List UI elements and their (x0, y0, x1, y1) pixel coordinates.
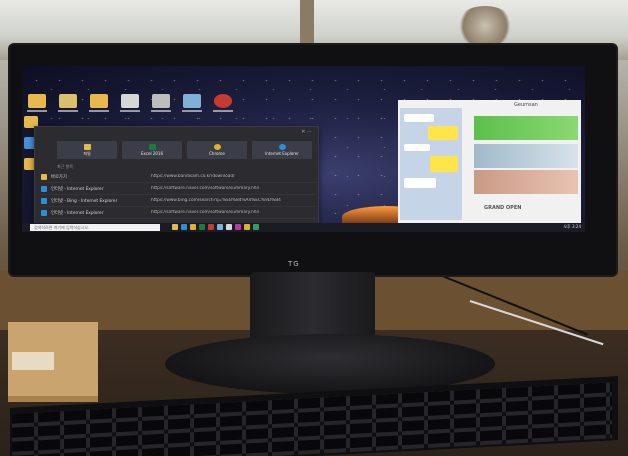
excel-icon (148, 144, 156, 150)
box-label (12, 352, 54, 370)
photo-scene: TG ✕ ⋯ 파일 Excel 2016 Chrome Internet Exp… (0, 0, 628, 456)
chat-bubble (404, 114, 434, 122)
app-icon[interactable] (217, 224, 223, 230)
app-icon[interactable] (226, 224, 232, 230)
desktop-icon[interactable] (150, 94, 172, 114)
chat-bubble (404, 144, 430, 151)
list-item[interactable]: 인터넷 - Internet Explorer https://software… (41, 183, 315, 195)
desktop-icons-row (22, 94, 234, 114)
taskbar-apps (172, 224, 259, 230)
folder-icon (83, 143, 91, 150)
pinned-app-chrome[interactable]: Chrome (187, 141, 247, 159)
plant-background (455, 6, 515, 46)
ie-icon[interactable] (181, 224, 187, 230)
participant-tile[interactable] (474, 170, 578, 194)
video-call-window[interactable]: Geumsan GRAND OPEN (398, 100, 581, 224)
desktop-icon[interactable] (26, 94, 48, 114)
grand-open-banner: GRAND OPEN (484, 205, 522, 211)
desktop-icon[interactable] (57, 94, 79, 114)
desktop-icon[interactable] (212, 94, 234, 114)
taskbar-clock[interactable]: 오후 3:24 (563, 224, 581, 230)
desktop-icon[interactable] (181, 94, 203, 114)
pinned-apps: 파일 Excel 2016 Chrome Internet Explorer (57, 141, 312, 159)
recent-section-label: 최근 항목 (57, 164, 73, 169)
pinned-app-label: Excel 2016 (140, 151, 164, 156)
pinned-app-ie[interactable]: Internet Explorer (252, 141, 312, 159)
ie-icon (41, 209, 47, 216)
list-item[interactable]: 인터넷 - Internet Explorer https://software… (41, 207, 315, 219)
pinned-app-files[interactable]: 파일 (57, 141, 117, 159)
ie-icon (278, 144, 286, 150)
chat-bubble (428, 126, 458, 140)
desktop-icon[interactable] (88, 94, 110, 114)
app-icon[interactable] (235, 224, 241, 230)
pinned-app-label: Chrome (209, 151, 225, 156)
taskbar: 검색하려면 여기에 입력하십시오. 오후 3:24 (22, 223, 585, 232)
recent-url: https://www.bing.com/search?q=%EB%84%A4%… (151, 198, 281, 203)
monitor-stand (250, 272, 375, 342)
app-icon[interactable] (253, 224, 259, 230)
app-icon[interactable] (208, 224, 214, 230)
start-menu-panel: ✕ ⋯ 파일 Excel 2016 Chrome Internet Explor… (34, 126, 319, 228)
list-item[interactable]: 바로가기 https://www.bandisam.co.kr/download… (41, 171, 315, 183)
pinned-app-excel[interactable]: Excel 2016 (122, 141, 182, 159)
chrome-icon[interactable] (190, 224, 196, 230)
recent-title: 인터넷 - Internet Explorer (51, 210, 104, 216)
chat-bubble (404, 178, 436, 188)
recent-list: 바로가기 https://www.bandisam.co.kr/download… (41, 171, 315, 219)
recent-title: 바로가기 (51, 174, 67, 180)
folder-icon[interactable] (172, 224, 178, 230)
menu-controls[interactable]: ✕ ⋯ (301, 129, 312, 135)
list-item[interactable]: 인터넷 - Bing - Internet Explorer https://w… (41, 195, 315, 207)
participant-tile[interactable] (474, 116, 578, 140)
chrome-icon (213, 144, 221, 150)
pinned-app-label: 파일 (83, 150, 91, 156)
recent-title: 인터넷 - Bing - Internet Explorer (51, 198, 118, 204)
participant-tiles (474, 108, 578, 220)
recent-url: https://software.naver.com/software/summ… (151, 210, 260, 215)
chat-panel[interactable] (400, 108, 462, 220)
recent-title: 인터넷 - Internet Explorer (51, 186, 104, 192)
taskbar-search-input[interactable]: 검색하려면 여기에 입력하십시오. (30, 224, 160, 231)
recent-url: https://www.bandisam.co.kr/download/ (151, 174, 235, 179)
pinned-app-label: Internet Explorer (265, 151, 299, 156)
app-icon[interactable] (244, 224, 250, 230)
monitor-brand-logo: TG (288, 260, 300, 268)
chat-bubble (430, 156, 458, 172)
desktop-icon[interactable] (119, 94, 141, 114)
recent-url: https://software.naver.com/software/summ… (151, 186, 260, 191)
ie-icon (41, 197, 47, 204)
excel-icon[interactable] (199, 224, 205, 230)
ie-icon (41, 185, 47, 192)
monitor-screen: ✕ ⋯ 파일 Excel 2016 Chrome Internet Explor… (22, 66, 585, 232)
participant-tile[interactable] (474, 144, 578, 168)
folder-icon (41, 173, 47, 180)
